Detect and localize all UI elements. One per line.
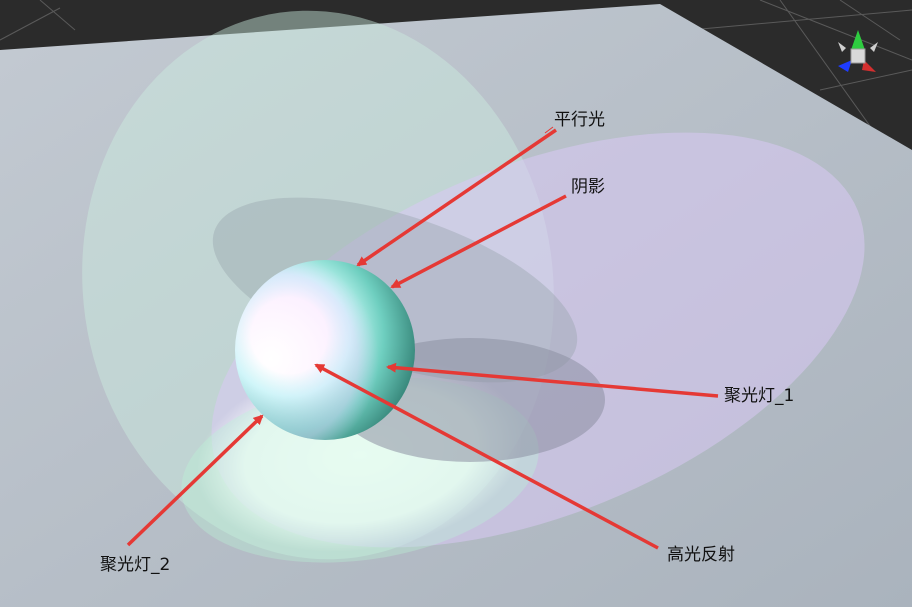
sphere-rim	[235, 260, 415, 440]
label-directional-light: 平行光	[554, 110, 605, 130]
label-specular-highlight: 高光反射	[667, 545, 735, 565]
scene-viewport[interactable]: 平行光 阴影 聚光灯_1 聚光灯_2 高光反射	[0, 0, 912, 607]
label-spotlight-2: 聚光灯_2	[100, 555, 171, 575]
label-shadow: 阴影	[571, 177, 605, 197]
scene-canvas	[0, 0, 912, 607]
gizmo-center-cube-icon	[850, 48, 866, 64]
label-spotlight-1: 聚光灯_1	[724, 386, 795, 406]
